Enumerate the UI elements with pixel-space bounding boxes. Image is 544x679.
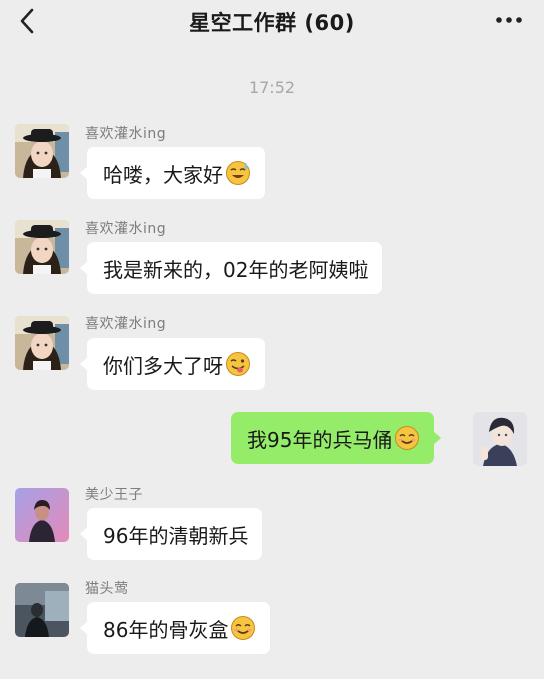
avatar-girl-hat[interactable] <box>15 220 69 274</box>
message-bubble[interactable]: 你们多大了呀 <box>80 338 265 390</box>
chat-title: 星空工作群 (60) <box>189 11 355 35</box>
avatar-dark-photo[interactable] <box>15 583 69 637</box>
smile-emoji-icon <box>231 616 256 640</box>
avatar-girl-hat[interactable] <box>15 124 69 178</box>
more-dots-icon[interactable] <box>494 8 524 32</box>
message-bubble[interactable]: 86年的骨灰盒 <box>79 602 271 654</box>
message-text: 我是新来的，02年的老阿姨啦 <box>103 257 369 282</box>
sender-name: 猫头莺 <box>85 581 129 597</box>
message-timestamp: 17:52 <box>248 78 296 97</box>
message-text: 你们多大了呀 <box>103 353 223 378</box>
sender-name: 喜欢灌水ing <box>85 126 167 142</box>
message-text: 86年的骨灰盒 <box>103 617 229 642</box>
smile-emoji-icon <box>395 426 420 450</box>
wink-tongue-emoji-icon <box>226 352 250 376</box>
sweat-smile-emoji-icon <box>226 161 250 185</box>
sender-name: 喜欢灌水ing <box>85 316 167 332</box>
message-bubble[interactable]: 哈喽，大家好 <box>80 147 265 199</box>
avatar-pink-photo[interactable] <box>15 488 69 542</box>
avatar-anime-boy[interactable] <box>473 412 527 466</box>
sender-name: 喜欢灌水ing <box>85 221 167 237</box>
chat-header: 星空工作群 (60) <box>0 0 544 44</box>
avatar-girl-hat[interactable] <box>15 316 69 370</box>
message-text: 我95年的兵马俑 <box>247 427 393 452</box>
message-text: 96年的清朝新兵 <box>103 523 249 548</box>
message-bubble-outgoing[interactable]: 我95年的兵马俑 <box>231 412 442 464</box>
message-bubble[interactable]: 我是新来的，02年的老阿姨啦 <box>79 242 383 294</box>
message-bubble[interactable]: 96年的清朝新兵 <box>79 508 263 560</box>
sender-name: 美少王子 <box>85 487 143 503</box>
message-text: 哈喽，大家好 <box>103 162 223 187</box>
